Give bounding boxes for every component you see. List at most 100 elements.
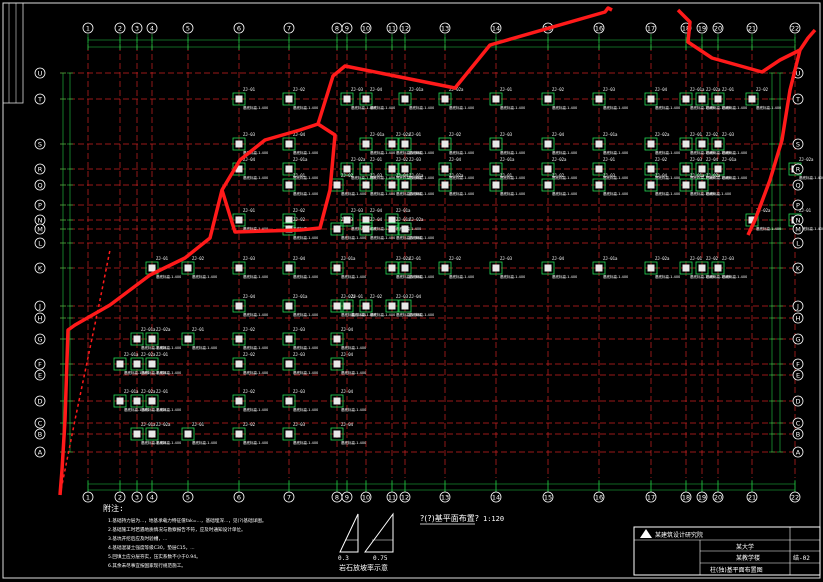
footing-tag-72: ZJ-01 <box>409 256 422 261</box>
notes-heading: 附注: <box>103 503 124 513</box>
column-82 <box>285 302 293 310</box>
column-42 <box>285 181 293 189</box>
footing-level-41: 基底标高-1.400 <box>799 175 823 180</box>
footing-level-20: 基底标高-1.400 <box>500 150 525 155</box>
footing-tag-37: ZJ-02 <box>655 157 668 162</box>
footing-level-44: 基底标高-1.400 <box>370 191 395 196</box>
axis-bubble-left-D-label: D <box>37 398 42 406</box>
column-62 <box>333 225 341 233</box>
axis-bubble-right-H-label: H <box>796 315 801 323</box>
footing-tag-89: ZJ-02a <box>156 327 171 332</box>
column-98 <box>285 360 293 368</box>
footing-tag-104: ZJ-03 <box>293 389 306 394</box>
drawing-title: ?(?)基平面布置? 1:120 <box>420 513 504 525</box>
project-name: 某大学 <box>736 543 754 551</box>
column-1 <box>285 95 293 103</box>
column-24 <box>682 140 690 148</box>
footing-tag-14: ZJ-03 <box>243 132 256 137</box>
axis-bubble-bottom-20-label: 20 <box>714 494 722 502</box>
footing-level-108: 基底标高-1.400 <box>192 440 217 445</box>
footing-tag-21: ZJ-04 <box>552 132 565 137</box>
footing-tag-65: ZJ-02a <box>409 217 424 222</box>
footing-tag-57: ZJ-04 <box>370 208 383 213</box>
footing-level-72: 基底标高-1.400 <box>409 274 434 279</box>
footing-level-6: 基底标高-1.400 <box>500 105 525 110</box>
footing-tag-87: ZJ-04 <box>409 294 422 299</box>
column-26 <box>714 140 722 148</box>
footing-tag-76: ZJ-01a <box>603 256 618 261</box>
footing-tag-74: ZJ-03 <box>500 256 513 261</box>
column-34 <box>492 165 500 173</box>
footing-level-16: 基底标高-1.400 <box>370 150 395 155</box>
footing-tag-31: ZJ-02 <box>396 157 409 162</box>
column-4 <box>401 95 409 103</box>
footing-tag-106: ZJ-01a <box>141 422 156 427</box>
footing-tag-16: ZJ-01a <box>370 132 385 137</box>
axis-bubble-top-20-label: 20 <box>714 25 722 33</box>
footing-tag-55: ZJ-02 <box>293 208 306 213</box>
axis-bubble-bottom-11-label: 11 <box>388 494 396 502</box>
column-71 <box>388 264 396 272</box>
axis-bubble-top-22-label: 22 <box>791 25 799 33</box>
column-9 <box>647 95 655 103</box>
footing-tag-34: ZJ-01a <box>500 157 515 162</box>
column-2 <box>343 95 351 103</box>
footing-tag-97: ZJ-02 <box>243 352 256 357</box>
axis-bubble-top-3-label: 3 <box>135 25 139 33</box>
column-108 <box>184 430 192 438</box>
footing-level-66: 基底标高-1.400 <box>156 274 181 279</box>
footing-level-73: 基底标高-1.400 <box>449 274 474 279</box>
footing-level-99: 基底标高-1.400 <box>341 370 366 375</box>
footing-tag-2: ZJ-03 <box>351 87 364 92</box>
footing-level-27: 基底标高-1.400 <box>243 175 268 180</box>
axis-bubble-top-9-label: 9 <box>345 25 349 33</box>
column-83 <box>333 302 341 310</box>
footing-level-61: 基底标高-1.400 <box>293 235 318 240</box>
footing-tag-103: ZJ-02 <box>243 389 256 394</box>
footing-level-4: 基底标高-1.400 <box>409 105 434 110</box>
footing-tag-94: ZJ-01a <box>124 352 139 357</box>
axis-bubble-left-A-label: A <box>38 449 43 457</box>
footing-tag-1: ZJ-02 <box>293 87 306 92</box>
column-69 <box>285 264 293 272</box>
axis-bubble-right-P-label: P <box>796 202 800 210</box>
footing-level-42: 基底标高-1.400 <box>293 191 318 196</box>
axis-bubble-right-M-label: M <box>795 226 801 234</box>
axis-bubble-bottom-21-label: 21 <box>748 494 756 502</box>
footing-tag-77: ZJ-02a <box>655 256 670 261</box>
footing-tag-12: ZJ-01 <box>722 87 735 92</box>
column-58 <box>388 216 396 224</box>
footing-tag-54: ZJ-01 <box>243 208 256 213</box>
column-43 <box>333 181 341 189</box>
footing-tag-92: ZJ-03 <box>293 327 306 332</box>
footing-tag-28: ZJ-01a <box>293 157 308 162</box>
footing-tag-108: ZJ-01 <box>192 422 205 427</box>
footing-tag-90: ZJ-01 <box>192 327 205 332</box>
footing-tag-23: ZJ-02a <box>655 132 670 137</box>
column-109 <box>235 430 243 438</box>
footing-level-49: 基底标高-1.400 <box>552 191 577 196</box>
column-47 <box>441 181 449 189</box>
footing-tag-19: ZJ-02 <box>449 132 462 137</box>
column-80 <box>714 264 722 272</box>
column-37 <box>647 165 655 173</box>
axis-bubble-left-C-label: C <box>38 420 43 428</box>
column-17 <box>388 140 396 148</box>
note-line-6: 6.其余未尽事宜按国家现行规范施工。 <box>108 562 186 569</box>
axis-bubble-left-G-label: G <box>37 336 42 344</box>
cad-drawing-sheet: ZJ-01基底标高-1.400ZJ-02基底标高-1.400ZJ-03基底标高-… <box>0 0 823 582</box>
footing-level-80: 基底标高-1.400 <box>722 274 747 279</box>
footing-level-110: 基底标高-1.400 <box>293 440 318 445</box>
column-111 <box>333 430 341 438</box>
footing-level-46: 基底标高-1.400 <box>409 191 434 196</box>
axis-bubble-bottom-17-label: 17 <box>647 494 655 502</box>
axis-bubble-left-R-label: R <box>38 166 43 174</box>
footing-tag-4: ZJ-01a <box>409 87 424 92</box>
footing-level-77: 基底标高-1.400 <box>655 274 680 279</box>
column-5 <box>441 95 449 103</box>
footing-tag-41: ZJ-02a <box>799 157 814 162</box>
footing-tag-45: ZJ-04 <box>396 173 409 178</box>
footing-level-81: 基底标高-1.400 <box>243 312 268 317</box>
footing-level-23: 基底标高-1.400 <box>655 150 680 155</box>
column-102 <box>148 397 156 405</box>
